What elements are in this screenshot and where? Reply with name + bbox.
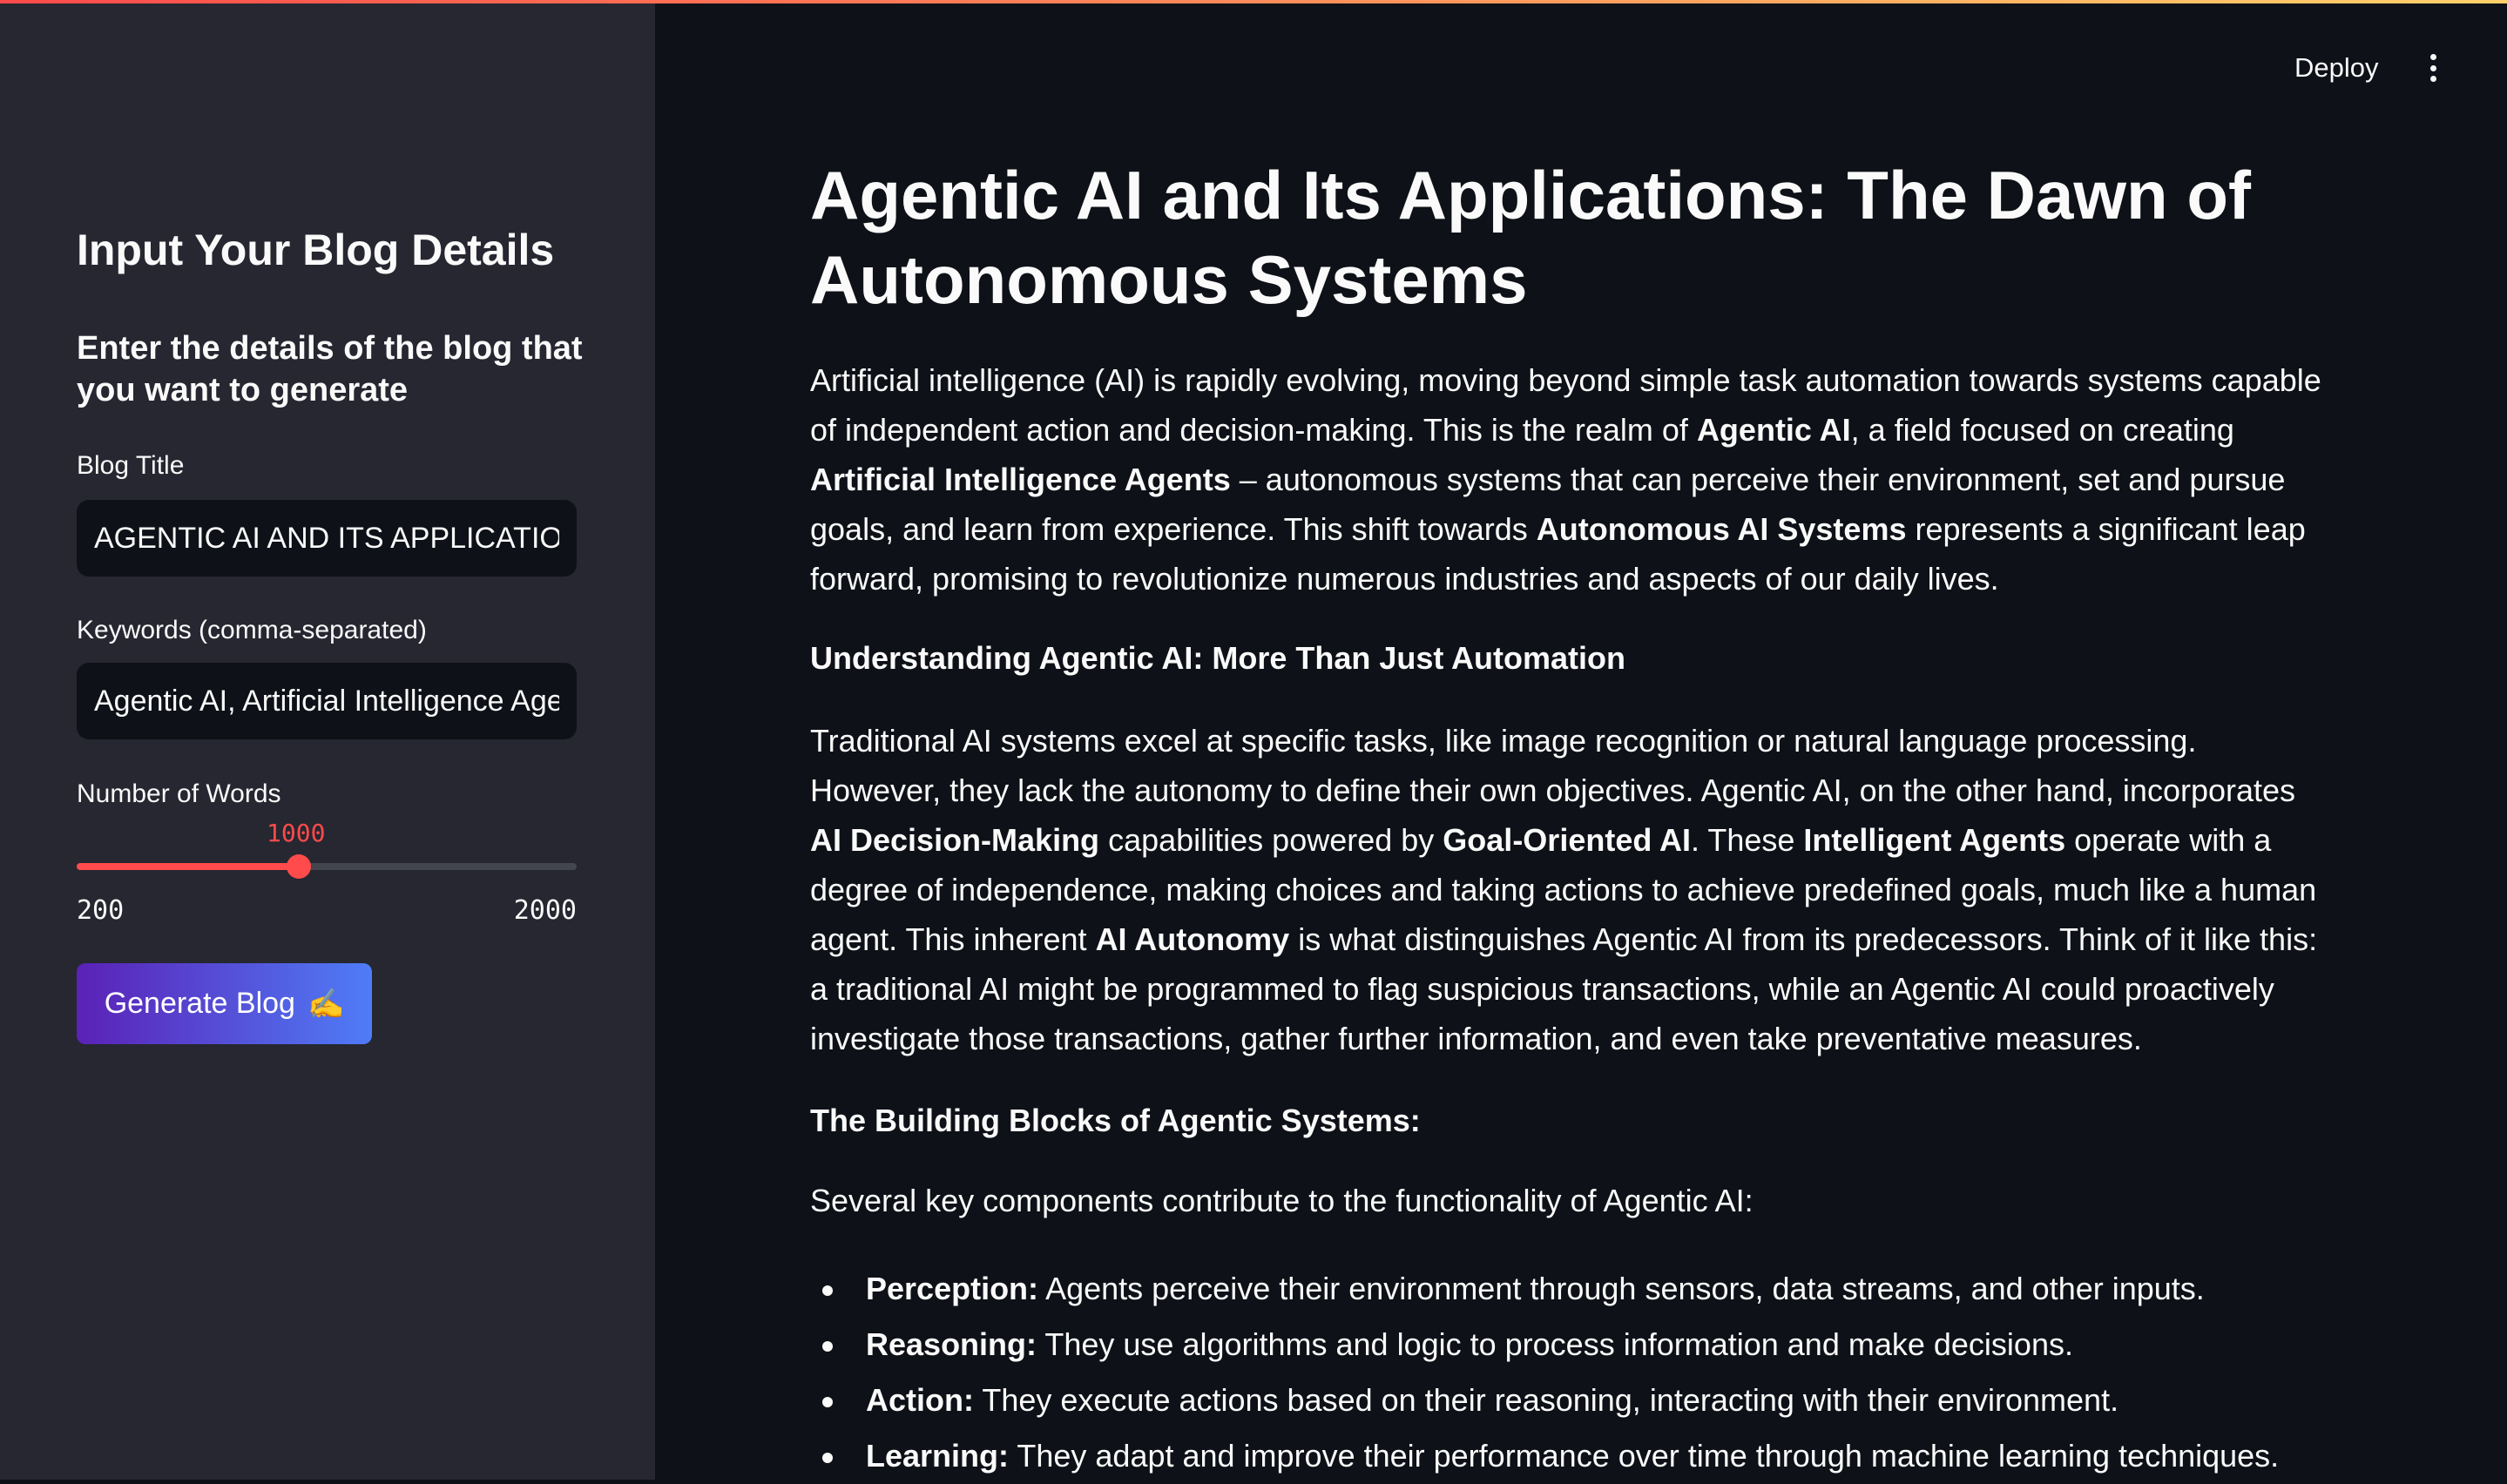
understanding-paragraph: Traditional AI systems excel at specific… — [810, 723, 2318, 1056]
section-heading-understanding: Understanding Agentic AI: More Than Just… — [810, 640, 1625, 676]
slider-min-value: 200 — [77, 895, 125, 926]
intro-paragraph: Artificial intelligence (AI) is rapidly … — [810, 362, 2321, 597]
sidebar-subheader: Enter the details of the blog that you w… — [77, 330, 583, 408]
blog-title-label: Blog Title — [77, 451, 185, 480]
components-intro: Several key components contribute to the… — [810, 1183, 1754, 1218]
word-count-label: Number of Words — [77, 779, 281, 808]
list-item: Learning: They adapt and improve their p… — [810, 1428, 2279, 1484]
list-item: Perception: Agents perceive their enviro… — [810, 1261, 2279, 1317]
list-item: Reasoning: They use algorithms and logic… — [810, 1317, 2279, 1373]
article-title: Agentic AI and Its Applications: The Daw… — [810, 157, 2251, 318]
keywords-input[interactable] — [77, 663, 577, 739]
kebab-menu-icon[interactable] — [2427, 54, 2439, 82]
components-list: Perception: Agents perceive their enviro… — [810, 1261, 2279, 1484]
list-item: Action: They execute actions based on th… — [810, 1373, 2279, 1428]
word-count-slider[interactable] — [77, 854, 577, 879]
slider-max-value: 2000 — [513, 895, 577, 926]
slider-current-value: 1000 — [267, 819, 326, 847]
writing-hand-icon: ✍️ — [307, 987, 345, 1021]
sidebar-header: Input Your Blog Details — [77, 226, 555, 274]
section-heading-building-blocks: The Building Blocks of Agentic Systems: — [810, 1103, 1421, 1138]
slider-fill — [77, 863, 299, 870]
deploy-button[interactable]: Deploy — [2294, 52, 2379, 84]
top-accent-bar — [0, 0, 2507, 3]
generate-blog-button[interactable]: Generate Blog ✍️ — [77, 963, 372, 1044]
blog-title-input[interactable] — [77, 500, 577, 577]
generate-blog-label: Generate Blog — [104, 987, 295, 1020]
keywords-label: Keywords (comma-separated) — [77, 616, 427, 644]
slider-thumb[interactable] — [286, 854, 311, 879]
sidebar: Input Your Blog Details Enter the detail… — [0, 0, 655, 1480]
